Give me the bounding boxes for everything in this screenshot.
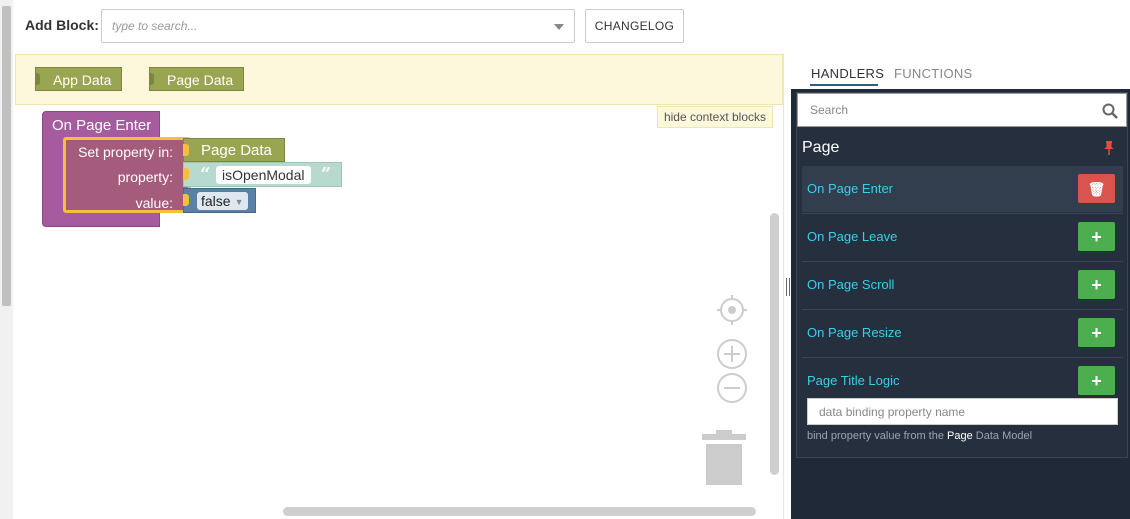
set-property-in-label: Set property in: <box>78 144 173 160</box>
binding-help-text: bind property value from the Page Data M… <box>807 430 1032 442</box>
tab-functions[interactable]: FUNCTIONS <box>894 66 973 81</box>
handler-row-on-page-scroll[interactable]: On Page Scroll + <box>802 261 1123 307</box>
workspace-vertical-scrollbar[interactable] <box>770 213 779 475</box>
boolean-value: false <box>201 193 231 209</box>
boolean-block[interactable]: false ▼ <box>183 188 256 213</box>
add-block-label: Add Block: <box>25 17 99 33</box>
data-binding-field[interactable] <box>807 398 1118 425</box>
add-handler-button[interactable]: + <box>1078 222 1115 251</box>
workspace-horizontal-scrollbar[interactable] <box>283 507 756 516</box>
tab-handlers[interactable]: HANDLERS <box>811 66 884 81</box>
handler-label[interactable]: On Page Enter <box>807 181 893 196</box>
pin-icon[interactable] <box>1103 141 1115 160</box>
event-block-title: On Page Enter <box>52 117 152 134</box>
handlers-panel: HANDLERS FUNCTIONS Page <box>791 54 1130 519</box>
panel-tabs: HANDLERS FUNCTIONS <box>791 54 1130 90</box>
handler-row-on-page-leave[interactable]: On Page Leave + <box>802 213 1123 259</box>
handler-row-on-page-resize[interactable]: On Page Resize + <box>802 309 1123 355</box>
page-data-target-block[interactable]: Page Data <box>183 138 285 162</box>
binding-help-model: Page <box>947 430 973 442</box>
handler-label[interactable]: Page Title Logic <box>807 373 900 388</box>
string-block[interactable]: “ isOpenModal ” <box>183 162 342 187</box>
add-handler-button[interactable]: + <box>1078 270 1115 299</box>
zoom-in-icon[interactable] <box>716 338 748 370</box>
handler-search-box[interactable] <box>797 93 1127 127</box>
handler-label[interactable]: On Page Leave <box>807 229 897 244</box>
set-property-block[interactable]: Set property in: property: value: <box>63 137 191 213</box>
hide-context-blocks-button[interactable]: hide context blocks <box>656 106 773 128</box>
chevron-down-icon[interactable] <box>554 24 564 30</box>
block-search-select[interactable] <box>101 9 575 43</box>
handler-search-input[interactable] <box>798 94 1088 126</box>
handler-label[interactable]: On Page Resize <box>807 325 902 340</box>
value-label: value: <box>135 195 173 211</box>
search-icon[interactable] <box>1102 103 1118 124</box>
trash-icon: 🗑 <box>1087 181 1106 197</box>
active-tab-indicator <box>810 84 878 86</box>
blockly-workspace[interactable]: App Data Page Data hide context blocks O… <box>15 54 783 519</box>
page-scrollbar[interactable] <box>0 0 13 519</box>
zoom-out-icon[interactable] <box>716 372 748 404</box>
handler-row-on-page-enter[interactable]: On Page Enter 🗑 <box>802 166 1123 212</box>
page-scrollbar-thumb[interactable] <box>2 6 11 306</box>
close-quote-icon: ” <box>321 164 332 185</box>
section-title: Page <box>802 139 840 156</box>
property-name-field[interactable]: isOpenModal <box>216 166 311 184</box>
changelog-button[interactable]: CHANGELOG <box>585 9 684 43</box>
handler-row-page-title-logic[interactable]: Page Title Logic + <box>802 357 1123 403</box>
panel-splitter[interactable] <box>783 54 791 519</box>
block-search-input[interactable] <box>102 10 532 42</box>
splitter-grip-icon[interactable] <box>786 278 790 296</box>
open-quote-icon: “ <box>200 164 211 185</box>
binding-help-prefix: bind property value from the <box>807 430 944 442</box>
property-label: property: <box>117 169 173 185</box>
data-binding-input[interactable] <box>808 399 1108 424</box>
dropdown-arrow-icon: ▼ <box>234 197 244 208</box>
app-data-block-label: App Data <box>53 72 112 88</box>
page-data-block[interactable]: Page Data <box>149 67 245 91</box>
delete-handler-button[interactable]: 🗑 <box>1078 174 1115 203</box>
page-handlers-section: Page On Page Enter 🗑 On Page Leave + On … <box>796 92 1128 458</box>
page-data-target-label: Page Data <box>201 142 272 159</box>
trash-icon[interactable] <box>702 429 746 487</box>
handlers-list-panel: Page On Page Enter 🗑 On Page Leave + On … <box>791 89 1130 519</box>
recenter-icon[interactable] <box>716 294 748 326</box>
binding-help-suffix: Data Model <box>975 430 1033 442</box>
add-block-toolbar: Add Block: CHANGELOG <box>13 0 788 52</box>
app-data-block[interactable]: App Data <box>35 67 123 91</box>
add-handler-button[interactable]: + <box>1078 318 1115 347</box>
boolean-dropdown[interactable]: false ▼ <box>197 192 248 210</box>
handler-label[interactable]: On Page Scroll <box>807 277 894 292</box>
add-handler-button[interactable]: + <box>1078 366 1115 395</box>
page-data-block-label: Page Data <box>167 72 234 88</box>
context-blocks-bar: App Data Page Data <box>15 54 783 105</box>
